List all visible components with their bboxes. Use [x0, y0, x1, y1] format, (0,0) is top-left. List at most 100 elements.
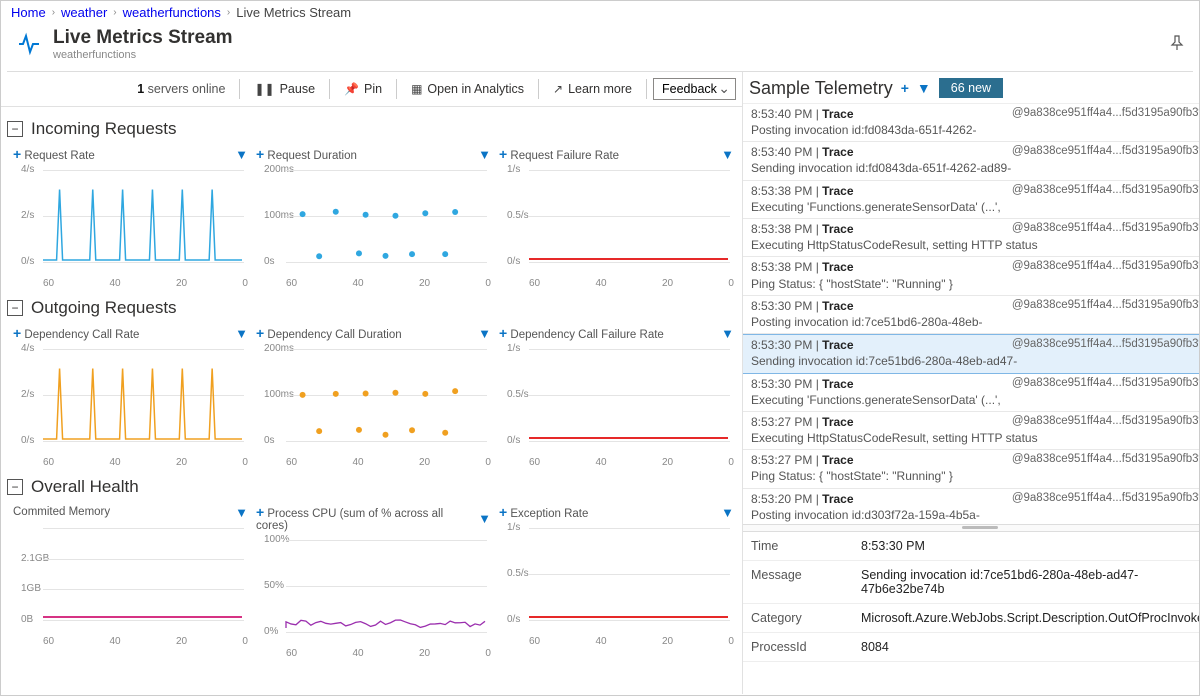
metrics-toolbar: 1 servers online ❚❚Pause 📌Pin ▦Open in A…: [1, 72, 742, 107]
breadcrumb-item[interactable]: weatherfunctions: [123, 5, 221, 20]
telemetry-item[interactable]: 8:53:38 PM | Trace@9a838ce951ff4a4...f5d…: [743, 219, 1200, 257]
plus-icon[interactable]: +: [256, 146, 264, 162]
telemetry-time: 8:53:20 PM: [751, 492, 812, 506]
plus-icon[interactable]: +: [13, 146, 21, 162]
telemetry-role: @9a838ce951ff4a4...f5d3195a90fb3f7: [1012, 259, 1200, 275]
telemetry-kind: Trace: [822, 338, 853, 352]
page-subtitle: weatherfunctions: [53, 49, 233, 61]
x-tick: 40: [595, 457, 606, 471]
filter-icon[interactable]: ▼: [721, 505, 734, 520]
pin-icon[interactable]: [1169, 35, 1185, 54]
telemetry-item[interactable]: 8:53:40 PM | Trace@9a838ce951ff4a4...f5d…: [743, 104, 1200, 142]
telemetry-kind: Trace: [822, 453, 853, 467]
telemetry-time: 8:53:40 PM: [751, 145, 812, 159]
pause-icon: ❚❚: [254, 82, 274, 96]
collapse-icon[interactable]: −: [7, 121, 23, 137]
collapse-icon[interactable]: −: [7, 300, 23, 316]
telemetry-role: @9a838ce951ff4a4...f5d3195a90fb3f7: [1012, 452, 1200, 468]
x-tick: 20: [176, 278, 187, 292]
plus-icon[interactable]: +: [256, 325, 264, 341]
telemetry-message: Posting invocation id:fd0843da-651f-4262…: [751, 122, 1200, 138]
breadcrumb-item[interactable]: Home: [11, 5, 46, 20]
collapse-icon[interactable]: −: [7, 479, 23, 495]
x-tick: 20: [662, 457, 673, 471]
filter-icon[interactable]: ▼: [478, 147, 491, 162]
filter-icon[interactable]: ▼: [478, 326, 491, 341]
telemetry-item[interactable]: 8:53:20 PM | Trace@9a838ce951ff4a4...f5d…: [743, 489, 1200, 524]
resize-grip[interactable]: [743, 524, 1200, 532]
plus-icon[interactable]: +: [499, 325, 507, 341]
chart-title: Request Duration: [267, 150, 357, 162]
plus-icon[interactable]: +: [499, 146, 507, 162]
telemetry-role: @9a838ce951ff4a4...f5d3195a90fb3f7: [1012, 144, 1200, 160]
filter-icon[interactable]: ▼: [478, 511, 491, 526]
new-count-badge[interactable]: 66 new: [939, 78, 1003, 98]
telemetry-message: Executing 'Functions.generateSensorData'…: [751, 199, 1200, 215]
telemetry-kind: Trace: [822, 107, 853, 121]
x-tick: 0: [728, 636, 734, 650]
plus-icon[interactable]: +: [499, 504, 507, 520]
x-tick: 60: [529, 278, 540, 292]
detail-key: Message: [751, 568, 861, 596]
pin-small-icon: 📌: [344, 82, 359, 96]
telemetry-kind: Trace: [822, 184, 853, 198]
filter-icon[interactable]: ▼: [235, 147, 248, 162]
telemetry-item[interactable]: 8:53:27 PM | Trace@9a838ce951ff4a4...f5d…: [743, 450, 1200, 488]
telemetry-list[interactable]: 8:53:40 PM | Trace@9a838ce951ff4a4...f5d…: [743, 103, 1200, 524]
filter-icon[interactable]: ▼: [235, 326, 248, 341]
live-metrics-icon: [15, 30, 43, 58]
telemetry-message: Ping Status: { "hostState": "Running" }: [751, 468, 1200, 484]
plus-icon[interactable]: +: [901, 80, 909, 96]
pause-button[interactable]: ❚❚Pause: [246, 78, 323, 100]
learn-more-button[interactable]: ↗Learn more: [545, 78, 640, 100]
telemetry-item[interactable]: 8:53:30 PM | Trace@9a838ce951ff4a4...f5d…: [743, 334, 1200, 373]
chart: Commited Memory▼2.1GB1GB0B6040200: [9, 501, 252, 662]
plus-icon[interactable]: +: [13, 325, 21, 341]
filter-icon[interactable]: ▼: [721, 326, 734, 341]
x-tick: 60: [286, 278, 297, 292]
telemetry-role: @9a838ce951ff4a4...f5d3195a90fb3f7: [1012, 376, 1200, 392]
x-tick: 60: [43, 457, 54, 471]
telemetry-kind: Trace: [822, 222, 853, 236]
x-tick: 40: [352, 648, 363, 662]
telemetry-item[interactable]: 8:53:30 PM | Trace@9a838ce951ff4a4...f5d…: [743, 374, 1200, 412]
telemetry-item[interactable]: 8:53:30 PM | Trace@9a838ce951ff4a4...f5d…: [743, 296, 1200, 334]
breadcrumb: Home›weather›weatherfunctions›Live Metri…: [1, 1, 1199, 24]
x-tick: 40: [352, 457, 363, 471]
telemetry-time: 8:53:27 PM: [751, 453, 812, 467]
filter-icon[interactable]: ▼: [917, 80, 931, 96]
detail-row: ProcessId8084: [743, 633, 1200, 662]
telemetry-item[interactable]: 8:53:38 PM | Trace@9a838ce951ff4a4...f5d…: [743, 181, 1200, 219]
pin-button[interactable]: 📌Pin: [336, 78, 390, 100]
telemetry-time: 8:53:30 PM: [751, 299, 812, 313]
feedback-select[interactable]: Feedback: [653, 78, 736, 100]
filter-icon[interactable]: ▼: [721, 147, 734, 162]
telemetry-item[interactable]: 8:53:27 PM | Trace@9a838ce951ff4a4...f5d…: [743, 412, 1200, 450]
telemetry-item[interactable]: 8:53:40 PM | Trace@9a838ce951ff4a4...f5d…: [743, 142, 1200, 180]
telemetry-message: Executing HttpStatusCodeResult, setting …: [751, 237, 1200, 253]
chart: + Request Failure Rate▼1/s0.5/s0/s604020…: [495, 143, 738, 292]
x-tick: 60: [529, 457, 540, 471]
title-bar: Live Metrics Stream weatherfunctions: [1, 24, 1199, 71]
plus-icon[interactable]: +: [256, 504, 264, 520]
detail-row: Time8:53:30 PM: [743, 532, 1200, 561]
breadcrumb-item[interactable]: weather: [61, 5, 107, 20]
x-tick: 0: [242, 278, 248, 292]
chart: + Process CPU (sum of % across all cores…: [252, 501, 495, 662]
open-analytics-button[interactable]: ▦Open in Analytics: [403, 78, 532, 100]
telemetry-message: Sending invocation id:fd0843da-651f-4262…: [751, 160, 1200, 176]
section-title: Outgoing Requests: [31, 298, 177, 318]
x-tick: 0: [242, 636, 248, 650]
detail-value: 8:53:30 PM: [861, 539, 1200, 553]
telemetry-kind: Trace: [822, 377, 853, 391]
filter-icon[interactable]: ▼: [235, 505, 248, 520]
telemetry-item[interactable]: 8:53:38 PM | Trace@9a838ce951ff4a4...f5d…: [743, 257, 1200, 295]
analytics-icon: ▦: [411, 82, 422, 96]
detail-key: ProcessId: [751, 640, 861, 654]
chart: + Dependency Call Rate▼4/s2/s0/s6040200: [9, 322, 252, 471]
telemetry-role: @9a838ce951ff4a4...f5d3195a90fb3f7: [1012, 298, 1200, 314]
chevron-right-icon: ›: [52, 7, 55, 18]
detail-key: Time: [751, 539, 861, 553]
chart: + Exception Rate▼1/s0.5/s0/s6040200: [495, 501, 738, 662]
telemetry-details: Time8:53:30 PMMessageSending invocation …: [743, 532, 1200, 694]
